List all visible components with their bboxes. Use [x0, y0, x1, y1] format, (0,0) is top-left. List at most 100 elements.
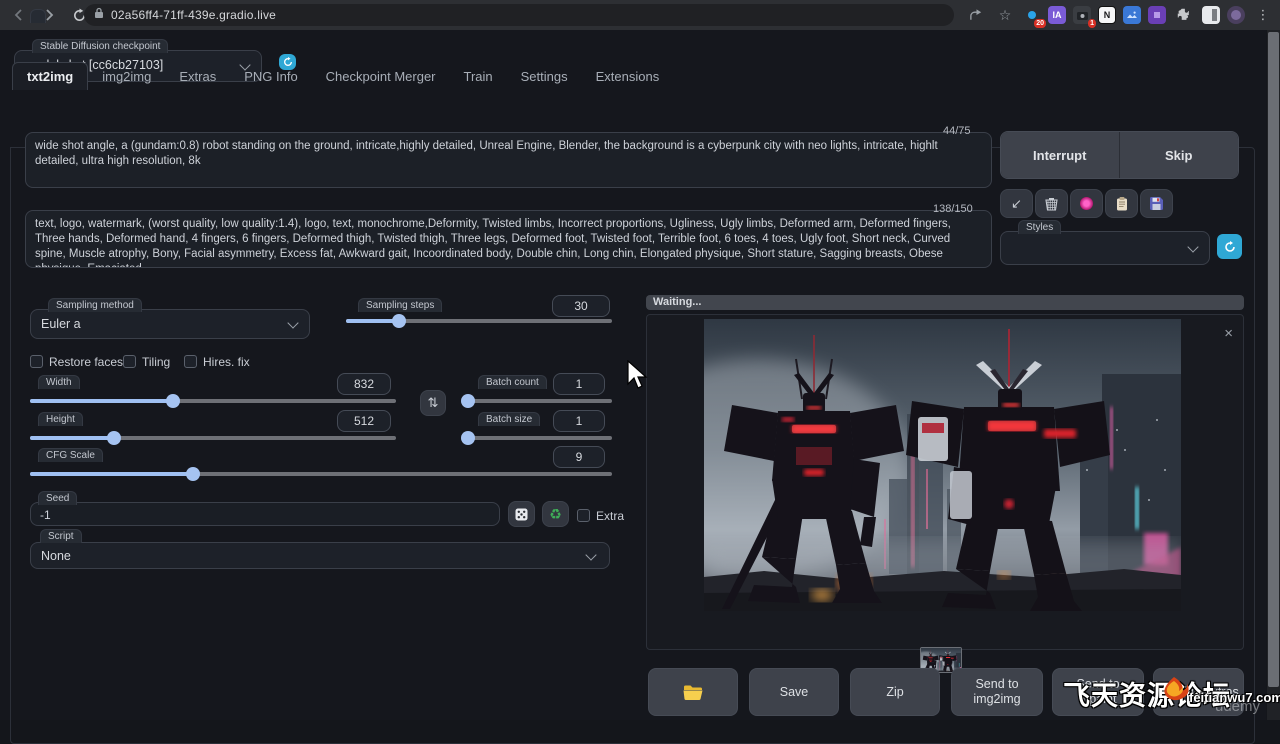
skip-button[interactable]: Skip	[1120, 132, 1239, 178]
close-icon[interactable]: ×	[1224, 327, 1233, 341]
restore-faces-checkbox[interactable]: Restore faces	[30, 353, 123, 371]
height-value[interactable]: 512	[337, 410, 391, 432]
clear-prompt-button[interactable]	[1035, 189, 1068, 218]
seed-value: -1	[40, 508, 51, 522]
extensions-puzzle-icon[interactable]	[1173, 4, 1195, 26]
sampling-method-dropdown[interactable]: Euler a	[30, 309, 310, 339]
tab-checkpoint-merger[interactable]: Checkpoint Merger	[312, 63, 450, 90]
seed-input[interactable]: -1	[30, 502, 500, 526]
hires-fix-checkbox[interactable]: Hires. fix	[184, 353, 250, 371]
browser-menu-icon[interactable]: ⋮	[1252, 4, 1274, 26]
width-slider[interactable]	[30, 399, 396, 403]
page-scrollbar[interactable]	[1267, 30, 1280, 720]
lock-icon	[94, 6, 104, 24]
card-icon	[1080, 197, 1093, 210]
sampling-steps-slider[interactable]	[346, 319, 612, 323]
styles-label: Styles	[1018, 220, 1061, 234]
back-icon[interactable]	[8, 4, 30, 26]
batch-size-slider[interactable]	[468, 436, 612, 440]
progress-bar: Waiting...	[646, 295, 1244, 310]
dice-icon	[515, 508, 528, 521]
height-slider[interactable]	[30, 436, 396, 440]
flame-logo	[1160, 675, 1190, 703]
save-style-button[interactable]	[1140, 189, 1173, 218]
batch-count-label: Batch count	[478, 375, 547, 389]
tab-settings[interactable]: Settings	[507, 63, 582, 90]
checkbox-icon[interactable]	[184, 355, 197, 368]
progress-status: Waiting...	[653, 296, 701, 308]
tab-img2img[interactable]: img2img	[88, 63, 165, 90]
script-value: None	[41, 549, 71, 563]
batch-size-value[interactable]: 1	[553, 410, 605, 432]
chevron-down-icon	[1187, 241, 1198, 252]
checkbox-icon[interactable]	[30, 355, 43, 368]
batch-count-value[interactable]: 1	[553, 373, 605, 395]
ext-blue-dot-icon[interactable]: 20	[1023, 6, 1041, 24]
tiling-checkbox[interactable]: Tiling	[123, 353, 170, 371]
height-label: Height	[38, 412, 83, 426]
checkbox-icon[interactable]	[123, 355, 136, 368]
slider-knob[interactable]	[461, 394, 475, 408]
chevron-down-icon	[287, 317, 298, 328]
sampling-method-value: Euler a	[41, 317, 81, 331]
cfg-scale-label: CFG Scale	[38, 448, 103, 462]
interrupt-button[interactable]: Interrupt	[1001, 132, 1120, 178]
send-to-img2img-button[interactable]: Send to img2img	[951, 668, 1043, 716]
ext-camera-icon[interactable]: 1	[1073, 6, 1091, 24]
slider-knob[interactable]	[186, 467, 200, 481]
checkpoint-label: Stable Diffusion checkpoint	[32, 39, 168, 53]
slider-knob[interactable]	[461, 431, 475, 445]
paste-params-button[interactable]: ↙	[1000, 189, 1033, 218]
open-folder-button[interactable]	[648, 668, 738, 716]
save-button[interactable]: Save	[749, 668, 839, 716]
seed-label: Seed	[38, 491, 77, 505]
extra-seed-checkbox[interactable]: Extra	[577, 507, 624, 525]
apply-style-button[interactable]	[1105, 189, 1138, 218]
script-dropdown[interactable]: None	[30, 542, 610, 569]
forum-watermark-site: feitianwu7.com	[1189, 690, 1280, 705]
mouse-cursor	[626, 360, 648, 390]
tab-txt2img[interactable]: txt2img	[12, 62, 88, 90]
prompt-token-counter: 44/75	[943, 125, 971, 137]
tab-png-info[interactable]: PNG Info	[230, 63, 311, 90]
ext-badge: 1	[1088, 19, 1096, 28]
styles-dropdown[interactable]	[1000, 231, 1210, 265]
cfg-scale-slider[interactable]	[30, 472, 612, 476]
slider-knob[interactable]	[166, 394, 180, 408]
ext-notion-icon[interactable]: N	[1098, 6, 1116, 24]
checkbox-icon[interactable]	[577, 509, 590, 522]
screen: 02a56ff4-71ff-439e.gradio.live ☆ 20 IA 1…	[0, 0, 1280, 720]
tab-extensions[interactable]: Extensions	[582, 63, 674, 90]
ext-sidepanel-icon[interactable]	[1202, 6, 1220, 24]
random-seed-button[interactable]	[508, 501, 535, 527]
tab-extras[interactable]: Extras	[165, 63, 230, 90]
share-icon[interactable]	[965, 4, 987, 26]
address-bar[interactable]: 02a56ff4-71ff-439e.gradio.live	[84, 4, 954, 26]
ext-badge: 20	[1034, 19, 1046, 28]
ext-image-icon[interactable]	[1123, 6, 1141, 24]
generated-image[interactable]	[704, 319, 1181, 611]
script-label: Script	[40, 529, 82, 543]
bookmark-star-icon[interactable]: ☆	[994, 4, 1016, 26]
reuse-seed-button[interactable]: ♻	[542, 501, 569, 527]
negative-prompt-input[interactable]: text, logo, watermark, (worst quality, l…	[25, 210, 992, 268]
prompt-input[interactable]: wide shot angle, a (gundam:0.8) robot st…	[25, 132, 992, 188]
ext-onenote-icon[interactable]	[1148, 6, 1166, 24]
profile-avatar[interactable]	[1227, 6, 1245, 24]
floppy-save-icon	[1150, 197, 1163, 210]
batch-count-slider[interactable]	[468, 399, 612, 403]
swap-dimensions-button[interactable]: ⇅	[420, 390, 446, 416]
sampling-steps-value[interactable]: 30	[552, 295, 610, 317]
scrollbar-thumb[interactable]	[1268, 32, 1279, 687]
styles-refresh-button[interactable]	[1217, 234, 1242, 259]
ext-ia-icon[interactable]: IA	[1048, 6, 1066, 24]
width-value[interactable]: 832	[337, 373, 391, 395]
extra-networks-button[interactable]	[1070, 189, 1103, 218]
tab-train[interactable]: Train	[450, 63, 507, 90]
clipboard-icon	[1116, 197, 1128, 211]
sampling-method-label: Sampling method	[48, 298, 142, 312]
browser-toolbar: 02a56ff4-71ff-439e.gradio.live ☆ 20 IA 1…	[0, 0, 1280, 30]
zip-button[interactable]: Zip	[850, 668, 940, 716]
negative-token-counter: 138/150	[933, 203, 973, 215]
cfg-scale-value[interactable]: 9	[553, 446, 605, 468]
